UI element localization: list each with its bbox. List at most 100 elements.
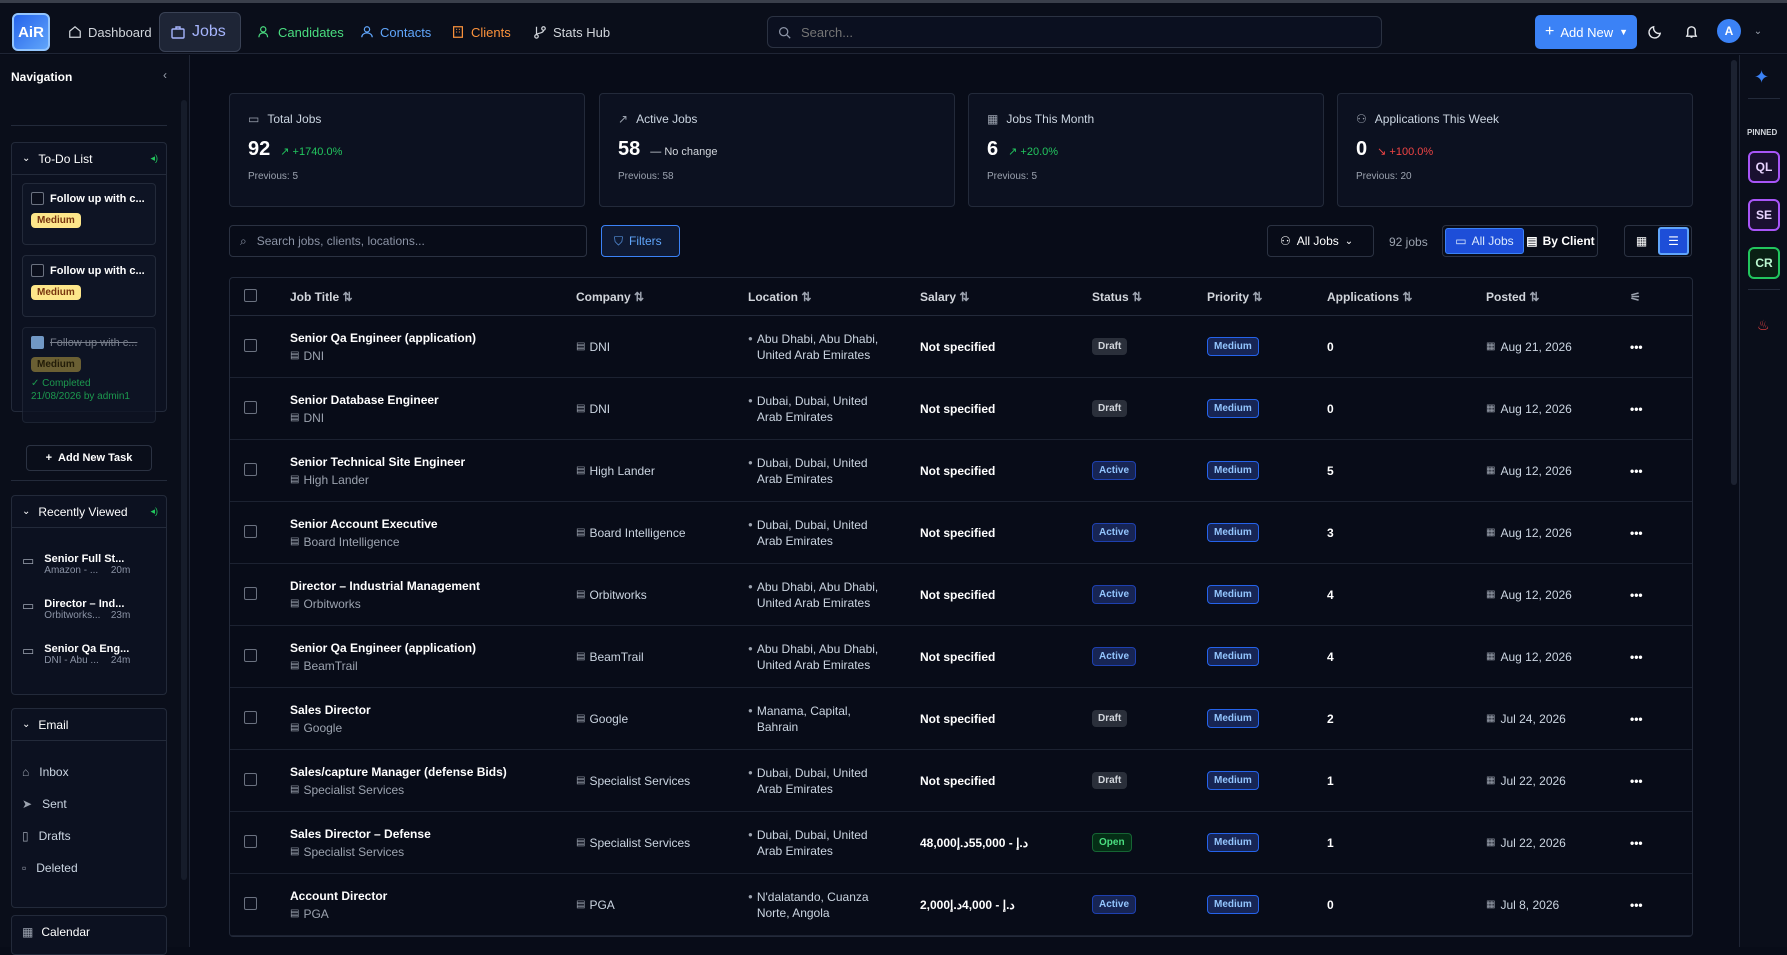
more-options-icon[interactable]: ••• xyxy=(1630,340,1690,354)
company-name[interactable]: DNI xyxy=(589,402,610,416)
more-options-icon[interactable]: ••• xyxy=(1630,588,1690,602)
recent-item[interactable]: ▭ Senior Full St... Amazon - ... 20m xyxy=(22,553,130,576)
table-row[interactable]: Senior Qa Engineer (application) ▤ DNI ▤ DN… xyxy=(230,316,1692,378)
table-row[interactable]: Sales Director ▤ Google ▤ Google ● Manama, C… xyxy=(230,688,1692,750)
email-inbox[interactable]: ⌂ Inbox xyxy=(22,765,69,779)
more-options-icon[interactable]: ••• xyxy=(1630,774,1690,788)
col-company[interactable]: Company ⇅ xyxy=(576,290,748,304)
add-new-button[interactable]: + Add New ▼ xyxy=(1535,15,1637,49)
job-title[interactable]: Account Director xyxy=(290,889,576,903)
job-title[interactable]: Senior Qa Engineer (application) xyxy=(290,641,576,655)
job-title[interactable]: Sales/capture Manager (defense Bids) xyxy=(290,765,576,779)
theme-toggle-moon-icon[interactable] xyxy=(1644,20,1666,42)
todo-task[interactable]: Follow up with c... Medium xyxy=(22,183,156,245)
more-options-icon[interactable]: ••• xyxy=(1630,836,1690,850)
email-header[interactable]: ⌄ Email xyxy=(12,709,166,741)
nav-stats-hub[interactable]: Stats Hub xyxy=(523,12,620,52)
nav-dashboard[interactable]: Dashboard xyxy=(58,12,162,52)
row-checkbox[interactable] xyxy=(244,896,257,910)
company-name[interactable]: Specialist Services xyxy=(589,836,690,850)
more-options-icon[interactable]: ••• xyxy=(1630,650,1690,664)
recent-item[interactable]: ▭ Senior Qa Eng... DNI - Abu ... 24m xyxy=(22,643,130,666)
row-checkbox[interactable] xyxy=(244,524,257,538)
nav-jobs[interactable]: Jobs xyxy=(159,12,241,52)
email-drafts[interactable]: ▯ Drafts xyxy=(22,829,71,843)
main-scrollbar[interactable] xyxy=(1731,60,1737,485)
email-deleted[interactable]: ▫ Deleted xyxy=(22,861,78,875)
calendar-header[interactable]: ▦ Calendar xyxy=(12,916,166,948)
col-status[interactable]: Status ⇅ xyxy=(1092,290,1207,304)
table-row[interactable]: Senior Account Executive ▤ Board Intellige… xyxy=(230,502,1692,564)
table-row[interactable]: Sales/capture Manager (defense Bids) ▤ Spe… xyxy=(230,750,1692,812)
avatar[interactable]: A xyxy=(1717,19,1741,43)
row-checkbox[interactable] xyxy=(244,586,257,600)
col-priority[interactable]: Priority ⇅ xyxy=(1207,290,1327,304)
flame-icon[interactable]: ♨ xyxy=(1757,317,1770,334)
speaker-icon[interactable]: ◂) xyxy=(150,153,158,164)
task-checkbox[interactable] xyxy=(31,336,44,349)
row-checkbox[interactable] xyxy=(244,772,257,786)
company-name[interactable]: Google xyxy=(589,712,628,726)
row-checkbox[interactable] xyxy=(244,710,257,724)
by-client-view-button[interactable]: ▤ By Client xyxy=(1526,228,1595,254)
table-row[interactable]: Senior Technical Site Engineer ▤ High Land… xyxy=(230,440,1692,502)
col-location[interactable]: Location ⇅ xyxy=(748,290,920,304)
col-applications[interactable]: Applications ⇅ xyxy=(1327,290,1486,304)
row-checkbox[interactable] xyxy=(244,648,257,662)
col-posted[interactable]: Posted ⇅ xyxy=(1486,290,1630,304)
table-row[interactable]: Senior Qa Engineer (application) ▤ BeamTra… xyxy=(230,626,1692,688)
company-name[interactable]: DNI xyxy=(589,340,610,354)
col-job-title[interactable]: Job Title ⇅ xyxy=(290,290,576,304)
sidebar-scrollbar[interactable] xyxy=(181,100,187,880)
table-row[interactable]: Account Director ▤ PGA ▤ PGA ● N'dalatando, … xyxy=(230,874,1692,936)
recent-header[interactable]: ⌄ Recently Viewed ◂) xyxy=(12,496,166,528)
all-jobs-view-button[interactable]: ▭ All Jobs xyxy=(1445,228,1524,254)
todo-header[interactable]: ⌄ To-Do List ◂) xyxy=(12,143,166,175)
bell-icon[interactable] xyxy=(1680,20,1702,42)
col-salary[interactable]: Salary ⇅ xyxy=(920,290,1092,304)
job-title[interactable]: Sales Director xyxy=(290,703,576,717)
more-options-icon[interactable]: ••• xyxy=(1630,712,1690,726)
company-name[interactable]: Specialist Services xyxy=(589,774,690,788)
chevron-down-icon[interactable]: ⌄ xyxy=(1747,20,1769,42)
job-title[interactable]: Senior Account Executive xyxy=(290,517,576,531)
collapse-sidebar-icon[interactable]: ‹ xyxy=(163,68,167,82)
speaker-icon[interactable]: ◂) xyxy=(150,506,158,517)
column-settings-icon[interactable]: ⚟ xyxy=(1630,290,1690,304)
job-title[interactable]: Senior Database Engineer xyxy=(290,393,576,407)
pinned-item-se[interactable]: SE xyxy=(1748,199,1780,231)
more-options-icon[interactable]: ••• xyxy=(1630,898,1690,912)
more-options-icon[interactable]: ••• xyxy=(1630,526,1690,540)
todo-task-completed[interactable]: Follow up with c... Medium ✓ Completed 2… xyxy=(22,327,156,423)
app-logo[interactable]: AiR xyxy=(12,13,50,51)
job-title[interactable]: Senior Qa Engineer (application) xyxy=(290,331,576,345)
task-checkbox[interactable] xyxy=(31,264,44,277)
sparkles-icon[interactable]: ✦ xyxy=(1754,67,1769,88)
task-checkbox[interactable] xyxy=(31,192,44,205)
job-title[interactable]: Sales Director – Defense xyxy=(290,827,576,841)
company-name[interactable]: High Lander xyxy=(589,464,654,478)
row-checkbox[interactable] xyxy=(244,834,257,848)
company-name[interactable]: Board Intelligence xyxy=(589,526,685,540)
row-checkbox[interactable] xyxy=(244,338,257,352)
more-options-icon[interactable]: ••• xyxy=(1630,464,1690,478)
row-checkbox[interactable] xyxy=(244,462,257,476)
table-row[interactable]: Senior Database Engineer ▤ DNI ▤ DNI ● Dubai… xyxy=(230,378,1692,440)
company-name[interactable]: Orbitworks xyxy=(589,588,646,602)
calendar-panel[interactable]: ▦ Calendar xyxy=(11,915,167,955)
global-search[interactable] xyxy=(767,16,1382,48)
row-checkbox[interactable] xyxy=(244,400,257,414)
todo-task[interactable]: Follow up with c... Medium xyxy=(22,255,156,317)
pinned-item-cr[interactable]: CR xyxy=(1748,247,1780,279)
recent-item[interactable]: ▭ Director – Ind... Orbitworks... 23m xyxy=(22,598,130,621)
search-input[interactable] xyxy=(801,24,1361,40)
table-row[interactable]: Sales Director – Defense ▤ Specialist Serv… xyxy=(230,812,1692,874)
nav-clients[interactable]: Clients xyxy=(441,12,521,52)
nav-candidates[interactable]: Candidates xyxy=(248,12,354,52)
company-name[interactable]: BeamTrail xyxy=(589,650,643,664)
more-options-icon[interactable]: ••• xyxy=(1630,402,1690,416)
pinned-item-ql[interactable]: QL xyxy=(1748,151,1780,183)
add-new-task-button[interactable]: + Add New Task xyxy=(26,445,152,471)
company-name[interactable]: PGA xyxy=(589,898,614,912)
job-title[interactable]: Director – Industrial Management xyxy=(290,579,576,593)
